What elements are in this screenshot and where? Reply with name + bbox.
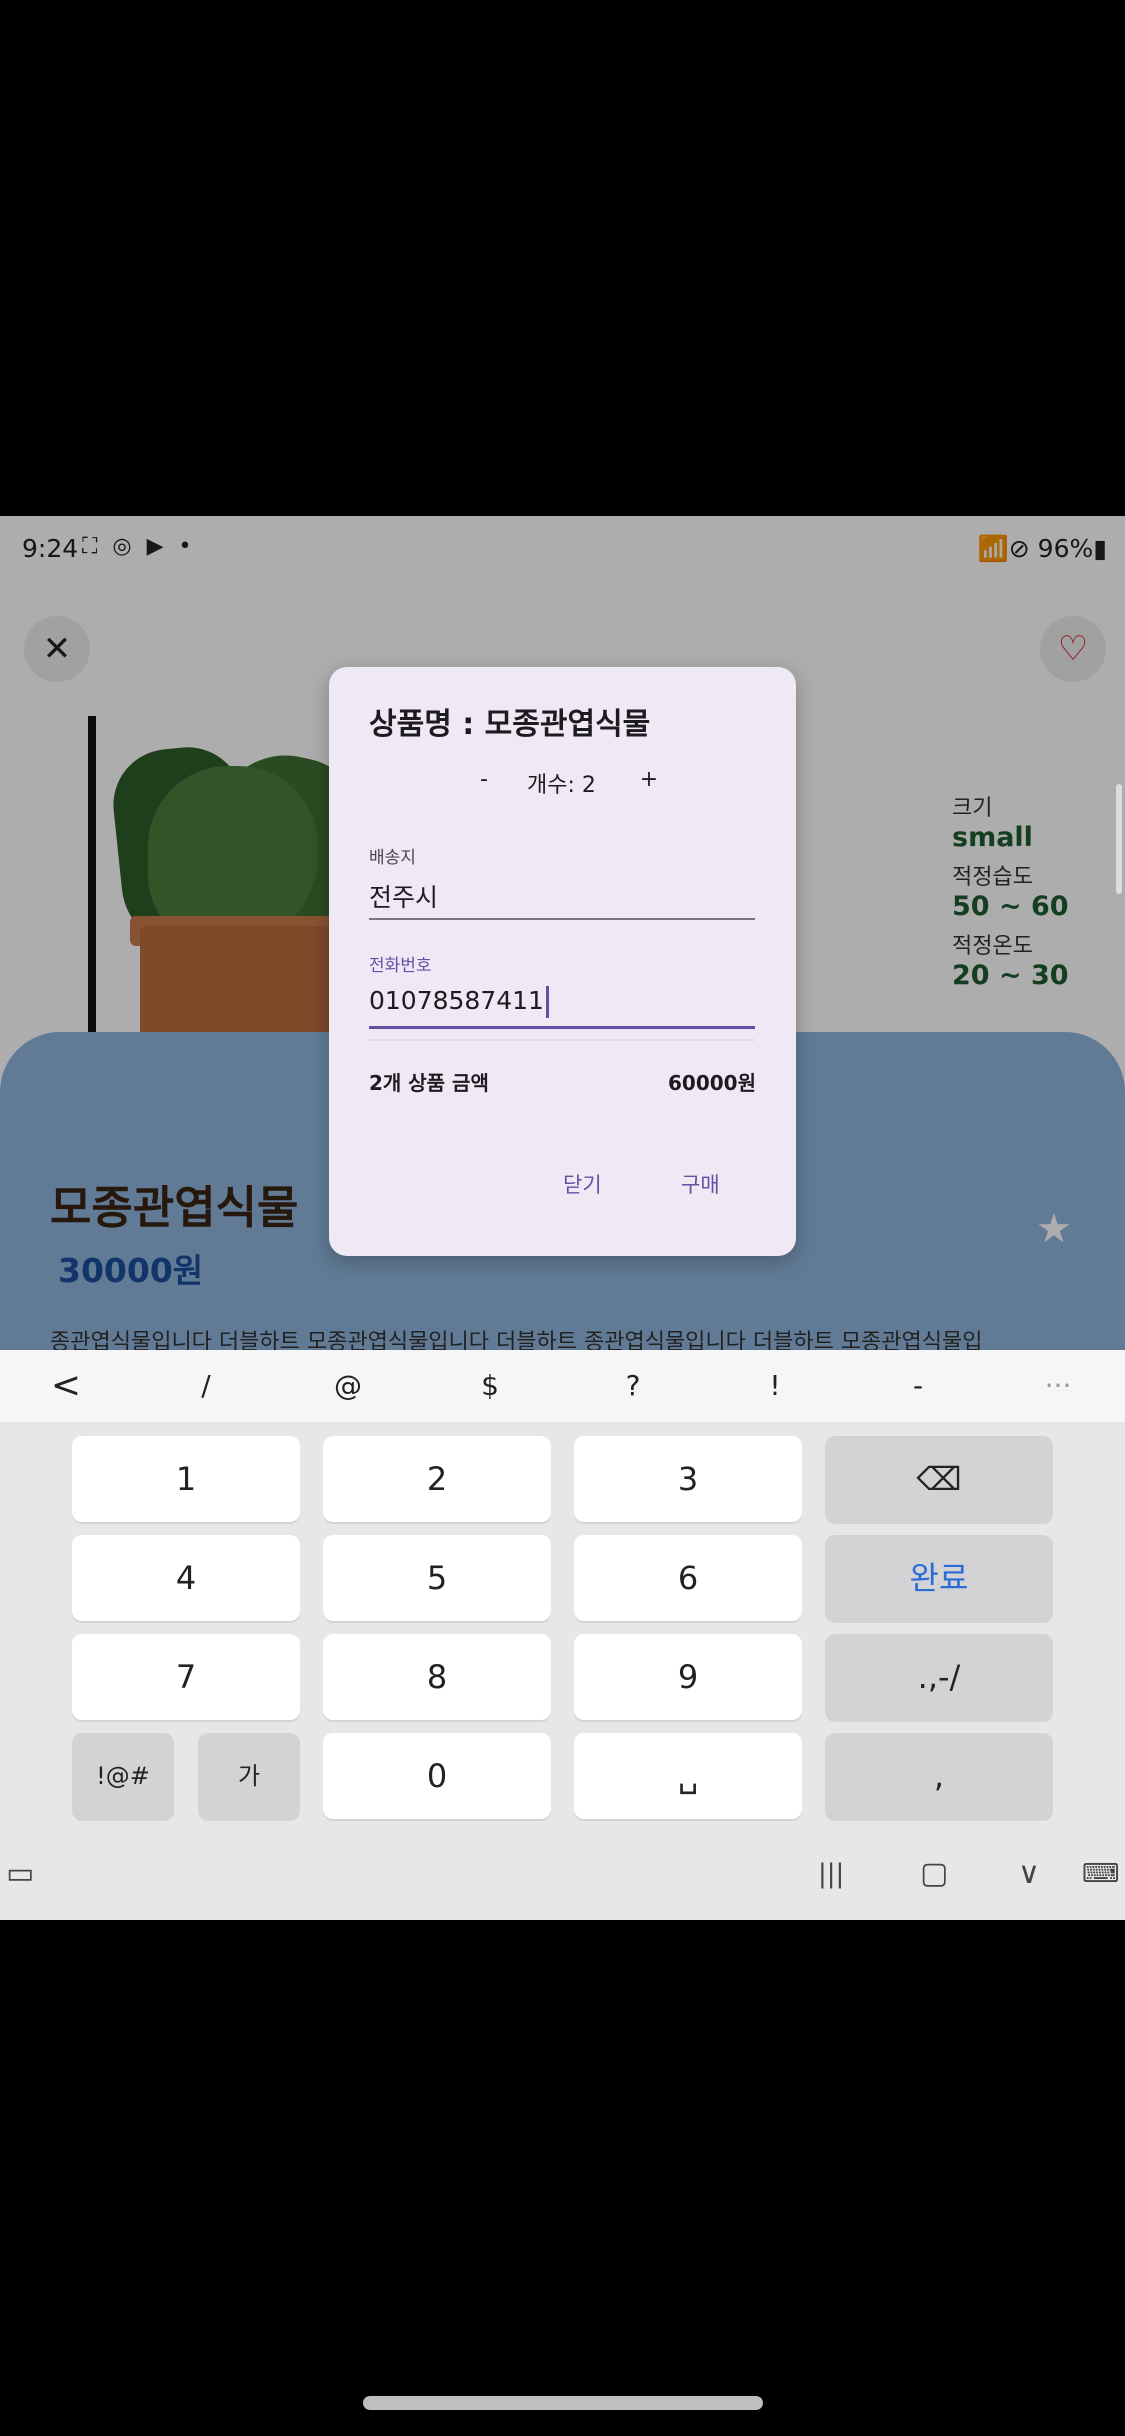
address-label: 배송지: [369, 848, 416, 868]
dialog-title: 상품명 : 모종관엽식물: [369, 707, 651, 742]
key-8[interactable]: 8: [323, 1634, 551, 1720]
keyboard-icon[interactable]: ⌨: [1082, 1834, 1120, 1914]
toolbar-slash-key[interactable]: /: [176, 1350, 236, 1422]
home-indicator[interactable]: [363, 2396, 763, 2410]
keyboard-toolbar: < / @ $ ? ! - ···: [0, 1350, 1125, 1422]
key-3[interactable]: 3: [574, 1436, 802, 1522]
scroll-indicator: [1116, 784, 1122, 894]
toolbar-dollar-key[interactable]: $: [460, 1350, 520, 1422]
key-4[interactable]: 4: [72, 1535, 300, 1621]
quantity-decrease-button[interactable]: -: [469, 767, 499, 792]
hide-keyboard-icon[interactable]: ∨: [1018, 1834, 1040, 1914]
punctuation-key[interactable]: .,-/: [825, 1634, 1053, 1720]
purchase-dialog: 상품명 : 모종관엽식물 - 개수: 2 + 배송지 전주시 전화번호 0107…: [329, 667, 796, 1256]
toolbar-question-key[interactable]: ?: [603, 1350, 663, 1422]
recent-apps-icon[interactable]: |||: [818, 1834, 844, 1914]
toolbar-exclaim-key[interactable]: !: [745, 1350, 805, 1422]
address-value: 전주시: [369, 883, 439, 912]
key-2[interactable]: 2: [323, 1436, 551, 1522]
toolbar-dash-key[interactable]: -: [888, 1350, 948, 1422]
key-0[interactable]: 0: [323, 1733, 551, 1819]
backspace-icon[interactable]: ⌫: [825, 1436, 1053, 1522]
divider: [369, 1039, 755, 1041]
phone-value: 01078587411: [369, 986, 544, 1015]
address-field[interactable]: 배송지 전주시: [369, 843, 755, 920]
navigation-bar: ▭ ||| ▢ ∨ ⌨: [0, 1834, 1125, 1914]
key-7[interactable]: 7: [72, 1634, 300, 1720]
comma-key[interactable]: ,: [825, 1733, 1053, 1819]
total-value: 60000원: [668, 1071, 756, 1095]
buy-button[interactable]: 구매: [669, 1163, 732, 1205]
text-cursor: [545, 986, 549, 1018]
toolbar-back-button[interactable]: <: [36, 1350, 96, 1422]
key-5[interactable]: 5: [323, 1535, 551, 1621]
done-key[interactable]: 완료: [825, 1535, 1053, 1621]
quantity-label: 개수: 2: [527, 773, 596, 798]
home-icon[interactable]: ▢: [920, 1834, 948, 1914]
space-key[interactable]: ␣: [574, 1733, 802, 1819]
korean-key[interactable]: 가: [198, 1733, 300, 1819]
quantity-increase-button[interactable]: +: [634, 767, 664, 792]
total-label: 2개 상품 금액: [369, 1071, 489, 1095]
key-6[interactable]: 6: [574, 1535, 802, 1621]
phone-label: 전화번호: [369, 956, 432, 976]
app-screen: 9:24 ⛶ ◎ ▶ • 📶⊘ 96%▮ ✕ ♡ 크기 small 적정습도 5…: [0, 516, 1125, 1920]
phone-field[interactable]: 전화번호 01078587411: [369, 951, 755, 1029]
numeric-keyboard: 1 2 3 ⌫ 4 5 6 완료 7 8 9 .,-/ !@# 가 0 ␣ , …: [0, 1422, 1125, 1920]
toolbar-at-key[interactable]: @: [318, 1350, 378, 1422]
close-button[interactable]: 닫기: [551, 1163, 614, 1205]
key-9[interactable]: 9: [574, 1634, 802, 1720]
symbols-key[interactable]: !@#: [72, 1733, 174, 1819]
key-1[interactable]: 1: [72, 1436, 300, 1522]
keyboard-switch-icon[interactable]: ▭: [6, 1834, 34, 1914]
toolbar-more-icon[interactable]: ···: [1028, 1350, 1088, 1422]
